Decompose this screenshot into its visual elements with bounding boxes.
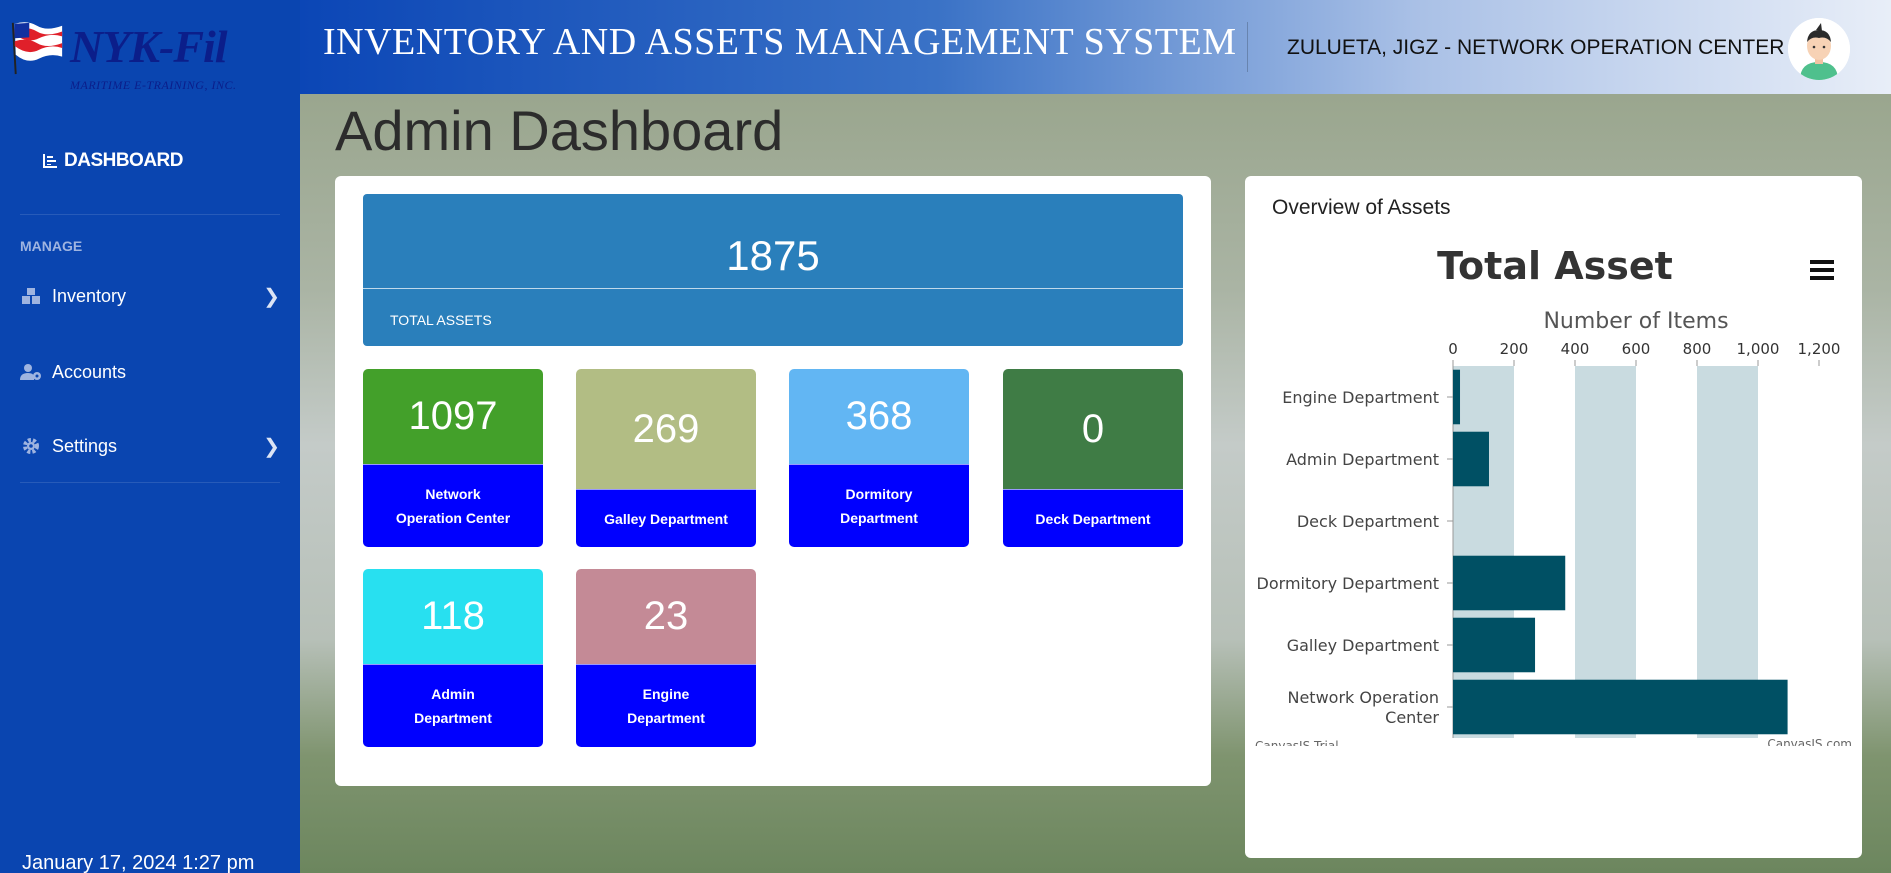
chart-list-icon xyxy=(43,154,57,168)
total-assets-tile[interactable]: 1875 TOTAL ASSETS xyxy=(363,194,1183,346)
system-title: INVENTORY AND ASSETS MANAGEMENT SYSTEM xyxy=(323,21,1237,63)
dept-label-line: Admin xyxy=(431,686,475,702)
sidebar: NYK-Fil MARITIME E-TRAINING, INC. DASHBO… xyxy=(0,0,300,873)
bar xyxy=(1453,369,1461,425)
bar xyxy=(1453,617,1536,673)
section-label: MANAGE xyxy=(20,238,83,254)
sidebar-item-settings[interactable]: Settings ❯ xyxy=(20,426,280,466)
user-name[interactable]: ZULUETA, JIGZ - NETWORK OPERATION CENTER xyxy=(1287,36,1784,60)
dept-tile-galley[interactable]: 269 Galley Department xyxy=(576,369,756,547)
flag-icon xyxy=(11,22,63,75)
dept-value: 0 xyxy=(1003,369,1183,489)
tick-label: 400 xyxy=(1561,340,1590,358)
user-cog-icon xyxy=(20,361,42,383)
tick-label: 1,000 xyxy=(1737,340,1780,358)
dept-tile-network[interactable]: 1097 Network Operation Center xyxy=(363,369,543,547)
divider xyxy=(1247,22,1248,72)
divider xyxy=(20,214,280,215)
chevron-right-icon: ❯ xyxy=(263,285,280,308)
dept-label-line: Operation Center xyxy=(395,510,511,526)
sidebar-item-label: Accounts xyxy=(52,361,127,382)
divider xyxy=(363,288,1183,289)
header: INVENTORY AND ASSETS MANAGEMENT SYSTEM Z… xyxy=(300,0,1891,94)
dept-value: 1097 xyxy=(363,369,543,464)
total-assets-value: 1875 xyxy=(726,232,820,279)
dept-tile-dormitory[interactable]: 368 Dormitory Department xyxy=(789,369,969,547)
value-axis-title: Number of Items xyxy=(1543,309,1728,334)
dept-label-line: Engine xyxy=(642,686,690,702)
category-label: Network Operation xyxy=(1287,688,1439,707)
dept-value: 269 xyxy=(576,369,756,489)
dept-label: Admin Department xyxy=(363,664,543,747)
dept-tile-deck[interactable]: 0 Deck Department xyxy=(1003,369,1183,547)
chevron-right-icon: ❯ xyxy=(263,435,280,458)
overview-card: Overview of Assets Total Asset Number of … xyxy=(1245,176,1862,858)
category-label: Dormitory Department xyxy=(1257,574,1439,593)
gear-icon xyxy=(20,435,42,457)
total-assets-label: TOTAL ASSETS xyxy=(390,312,492,328)
dept-label-line: Dormitory xyxy=(845,486,913,502)
bar xyxy=(1453,431,1489,487)
category-label: Galley Department xyxy=(1287,636,1439,655)
tick-label: 600 xyxy=(1622,340,1651,358)
tick-label: 800 xyxy=(1683,340,1712,358)
divider xyxy=(20,482,280,483)
tick-label: 0 xyxy=(1448,340,1458,358)
sidebar-item-label: Settings xyxy=(52,435,118,456)
dept-label-line: Network xyxy=(425,486,481,502)
dept-tile-engine[interactable]: 23 Engine Department xyxy=(576,569,756,747)
dept-label-line: Department xyxy=(414,710,492,726)
datetime: January 17, 2024 1:27 pm xyxy=(22,852,255,873)
logo-name: NYK-Fil xyxy=(70,21,228,72)
sidebar-item-inventory[interactable]: Inventory ❯ xyxy=(20,276,280,316)
boxes-icon xyxy=(20,285,42,307)
asset-bar-chart: Total Asset Number of Items 0 200 400 600 800 1… xyxy=(1255,244,1852,746)
tick-label: 200 xyxy=(1500,340,1529,358)
dept-label-line: Galley Department xyxy=(604,510,728,527)
category-label: Deck Department xyxy=(1297,512,1439,531)
dept-label-line: Deck Department xyxy=(1035,510,1151,527)
hamburger-menu-icon[interactable] xyxy=(1810,260,1834,280)
dept-label: Deck Department xyxy=(1003,489,1183,547)
tick-label: 1,200 xyxy=(1798,340,1841,358)
avatar[interactable] xyxy=(1788,18,1850,80)
dept-value: 23 xyxy=(576,569,756,664)
bar xyxy=(1453,555,1566,611)
sidebar-item-accounts[interactable]: Accounts xyxy=(20,352,280,392)
dept-value: 118 xyxy=(363,569,543,664)
category-label: Admin Department xyxy=(1286,450,1439,469)
dept-label: Engine Department xyxy=(576,664,756,747)
bar xyxy=(1453,679,1788,735)
dept-label-line: Department xyxy=(627,710,705,726)
credit-trial: CanvasJS Trial xyxy=(1255,739,1339,746)
sidebar-item-label: Inventory xyxy=(52,285,127,306)
chart-title: Total Asset xyxy=(1437,244,1673,288)
dept-label: Network Operation Center xyxy=(363,464,543,547)
nav-dashboard-label: DASHBOARD xyxy=(64,150,184,171)
page-title: Admin Dashboard xyxy=(335,99,784,162)
logo-subtitle: MARITIME E-TRAINING, INC. xyxy=(70,78,237,92)
summary-card: 1875 TOTAL ASSETS 1097 Network Operation … xyxy=(335,176,1211,786)
dept-label-line: Department xyxy=(840,510,918,526)
overview-title: Overview of Assets xyxy=(1272,196,1451,219)
category-label: Center xyxy=(1385,708,1439,727)
dept-label: Galley Department xyxy=(576,489,756,547)
category-label: Engine Department xyxy=(1282,388,1439,407)
nav-dashboard[interactable]: DASHBOARD xyxy=(42,150,184,172)
dept-label: Dormitory Department xyxy=(789,464,969,547)
dept-tile-admin[interactable]: 118 Admin Department xyxy=(363,569,543,747)
credit-link: CanvasJS.com xyxy=(1767,737,1852,746)
dept-value: 368 xyxy=(789,369,969,464)
